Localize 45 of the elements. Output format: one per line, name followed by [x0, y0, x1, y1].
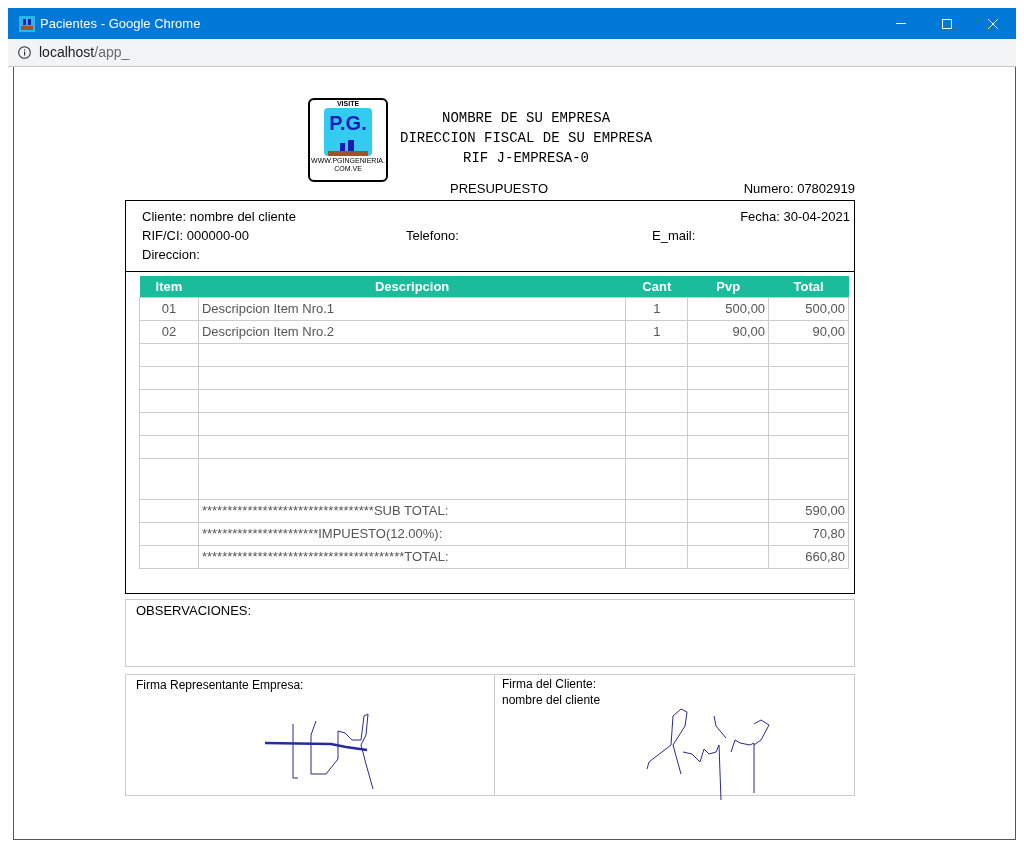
- table-cell: 90,00: [687, 320, 769, 343]
- client-id: RIF/CI: 000000-00: [142, 227, 250, 245]
- company-header-line: RIF J-EMPRESA-0: [463, 149, 590, 168]
- table-cell: 90,00: [768, 320, 849, 343]
- column-header: Pvp: [687, 276, 769, 297]
- table-cell: ***********************IMPUESTO(12.00%):: [198, 522, 626, 545]
- table-cell: 590,00: [768, 499, 849, 522]
- client-name: Cliente: nombre del cliente: [142, 208, 296, 226]
- table-cell: 01: [139, 297, 199, 320]
- signature-label: Firma del Cliente:: [502, 676, 598, 692]
- table-cell: 70,80: [768, 522, 849, 545]
- table-cell: 500,00: [687, 297, 769, 320]
- address-bar[interactable]: localhost/app_: [39, 42, 130, 63]
- buildings-icon: [328, 138, 368, 156]
- table-cell: 1: [625, 297, 688, 320]
- address-label: Direccion:: [142, 246, 200, 264]
- table-cell: 1: [625, 320, 688, 343]
- table-cell: 500,00: [768, 297, 849, 320]
- column-header: Descripcion: [198, 276, 626, 297]
- table-cell: Descripcion Item Nro.2: [198, 320, 626, 343]
- table-cell: Descripcion Item Nro.1: [198, 297, 626, 320]
- window-title: Pacientes - Google Chrome: [40, 14, 201, 33]
- company-header-line: NOMBRE DE SU EMPRESA: [442, 109, 611, 128]
- minimize-icon: [896, 23, 906, 24]
- maximize-icon: [942, 18, 952, 29]
- logo-mark: P.G.: [329, 111, 367, 136]
- company-header-line: DIRECCION FISCAL DE SU EMPRESA: [400, 129, 653, 148]
- table-cell: **********************************SUB TOTAL:: [198, 499, 626, 522]
- table-cell: 02: [139, 320, 199, 343]
- app-icon: [19, 15, 35, 32]
- table-cell: ****************************************TOTAL:: [198, 545, 626, 568]
- phone-label: Telefono:: [406, 227, 460, 245]
- observations-label: OBSERVACIONES:: [136, 603, 252, 618]
- document-title: PRESUPUESTO: [450, 179, 548, 198]
- date: Fecha: 30-04-2021: [740, 208, 850, 226]
- table-cell: 660,80: [768, 545, 849, 568]
- column-header: Total: [768, 276, 849, 297]
- document-number: Numero: 07802919: [743, 179, 855, 198]
- client-name: nombre del cliente: [502, 692, 602, 708]
- column-header: Item: [139, 276, 199, 297]
- info-icon[interactable]: [18, 46, 31, 59]
- close-icon: [988, 18, 998, 29]
- email-label: E_mail:: [652, 227, 696, 245]
- column-header: Cant: [625, 276, 688, 297]
- signature-label: Firma Representante Empresa:: [136, 678, 304, 692]
